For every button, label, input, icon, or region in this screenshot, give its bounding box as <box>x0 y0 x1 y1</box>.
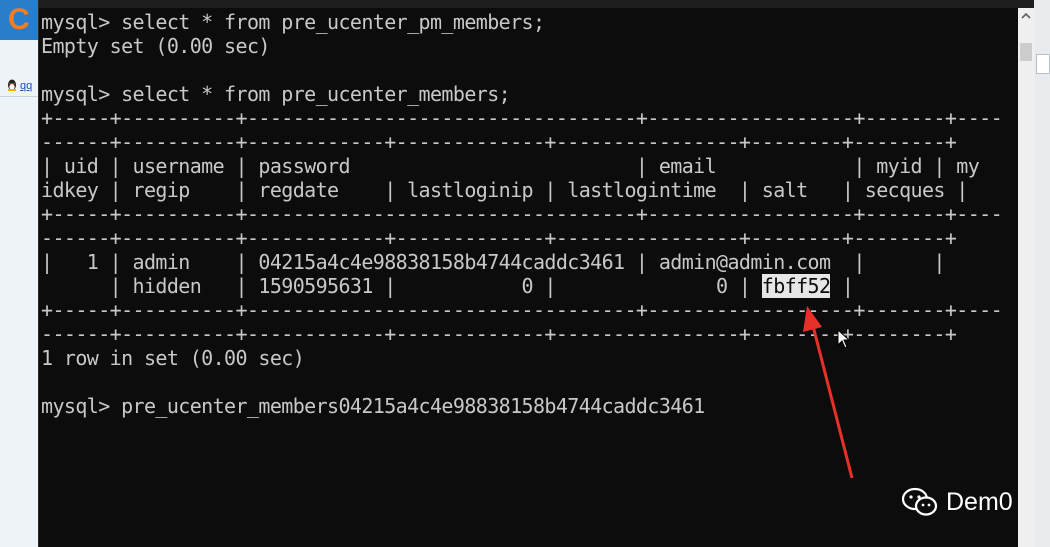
table-border-line: ------+----------+------------+---------… <box>41 130 957 154</box>
table-border-line: +-----+----------+----------------------… <box>41 298 1003 322</box>
table-header-line: idkey | regip | regdate | lastloginip | … <box>41 178 968 202</box>
table-row-line-end: | <box>830 274 854 298</box>
table-border-line: +-----+----------+----------------------… <box>41 202 1003 226</box>
table-border-line: ------+----------+------------+---------… <box>41 226 957 250</box>
table-header-line: | uid | username | password | email | my… <box>41 154 980 178</box>
desktop-background-right <box>1034 0 1050 547</box>
watermark-text: Dem0 <box>946 487 1013 516</box>
console-titlebar <box>39 0 1035 8</box>
mouse-cursor-icon <box>837 329 851 349</box>
console-line: mysql> select * from pre_ucenter_members… <box>41 82 511 106</box>
console-line: mysql> pre_ucenter_members04215a4c4e9883… <box>41 394 705 418</box>
console-line: mysql> select * from pre_ucenter_pm_memb… <box>41 10 545 34</box>
table-border-line: +-----+----------+----------------------… <box>41 106 1003 130</box>
scrollbar-thumb[interactable] <box>1020 43 1032 61</box>
qq-link[interactable]: qq <box>20 80 32 92</box>
qq-penguin-icon <box>8 79 16 91</box>
console-line: 1 row in set (0.00 sec) <box>41 346 305 370</box>
console-scrollbar[interactable] <box>1018 8 1034 547</box>
console-line: Empty set (0.00 sec) <box>41 34 270 58</box>
app-logo: C <box>8 3 30 36</box>
desktop-divider <box>0 96 38 97</box>
table-row-line: | hidden | 1590595631 | 0 | 0 | <box>41 274 762 298</box>
table-row-line: | 1 | admin | 04215a4c4e98838158b4744cad… <box>41 250 945 274</box>
console-output: mysql> select * from pre_ucenter_pm_memb… <box>41 10 1003 418</box>
highlighted-salt-value: fbff52 <box>761 274 831 298</box>
table-border-line: ------+----------+------------+---------… <box>41 322 957 346</box>
watermark: Dem0 <box>902 484 1013 520</box>
console-window[interactable]: mysql> select * from pre_ucenter_pm_memb… <box>38 0 1035 547</box>
wechat-icon <box>902 487 938 516</box>
scroll-up-arrow-icon[interactable] <box>1021 11 1031 21</box>
desktop-right-widget <box>1036 54 1050 74</box>
